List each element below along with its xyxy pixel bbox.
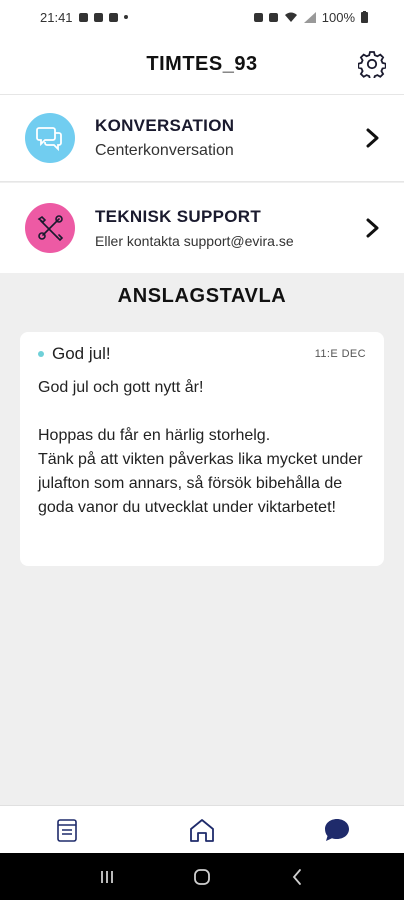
back-icon	[292, 868, 301, 885]
post-date: 11:E DEC	[314, 348, 366, 360]
chat-bubbles-icon	[25, 113, 75, 163]
battery-level: 100%	[321, 9, 355, 25]
signal-icon	[303, 11, 316, 23]
notification-icon	[93, 12, 103, 22]
cloud-icon	[78, 12, 88, 22]
page-title: TIMTES_93	[146, 52, 258, 75]
chevron-right-icon	[366, 128, 379, 148]
chat-icon	[324, 818, 349, 841]
alarm-icon	[253, 12, 263, 22]
tools-icon	[25, 203, 75, 253]
bulletin-post[interactable]: God jul! 11:E DEC God jul och gott nytt …	[20, 332, 384, 566]
conversation-menu-item[interactable]: KONVERSATION Centerkonversation	[0, 94, 404, 182]
status-right: 100%	[253, 9, 368, 25]
battery-icon	[361, 11, 368, 23]
home-system-button[interactable]	[182, 862, 222, 892]
post-title: God jul!	[52, 344, 111, 363]
conversation-title: KONVERSATION	[95, 116, 235, 135]
status-bar: 21:41 100%	[0, 0, 404, 34]
unread-dot-icon	[38, 351, 44, 357]
conversation-text: KONVERSATION Centerkonversation	[95, 116, 362, 160]
post-body: God jul och gott nytt år! Hoppas du får …	[38, 379, 363, 516]
more-notifications-icon	[123, 15, 128, 19]
post-header: God jul! 11:E DEC	[38, 344, 366, 364]
post-title-wrap: God jul!	[38, 344, 111, 364]
status-time: 21:41	[40, 9, 73, 25]
support-menu-item[interactable]: TEKNISK SUPPORT Eller kontakta support@e…	[0, 183, 404, 273]
recents-button[interactable]	[87, 862, 127, 892]
tab-chat[interactable]	[317, 810, 357, 850]
status-left: 21:41	[40, 10, 128, 25]
tab-home[interactable]	[182, 810, 222, 850]
mute-icon	[268, 12, 278, 22]
home-circle-icon	[194, 868, 210, 885]
back-button[interactable]	[277, 862, 317, 892]
bulletin-board-title: ANSLAGSTAVLA	[117, 285, 287, 307]
bottom-tab-bar	[0, 805, 404, 853]
conversation-subtitle: Centerkonversation	[95, 142, 234, 159]
app-header: TIMTES_93	[0, 34, 404, 94]
system-nav-bar	[0, 853, 404, 900]
gear-icon[interactable]	[358, 50, 386, 78]
support-text: TEKNISK SUPPORT Eller kontakta support@e…	[95, 207, 362, 249]
support-subtitle: Eller kontakta support@evira.se	[95, 233, 294, 249]
support-title: TEKNISK SUPPORT	[95, 207, 262, 226]
recents-icon	[101, 870, 114, 883]
wifi-icon	[284, 12, 297, 22]
chevron-right-icon	[366, 218, 379, 238]
home-icon	[190, 818, 214, 842]
person-icon	[108, 12, 118, 22]
diary-icon	[57, 818, 78, 842]
tab-diary[interactable]	[47, 810, 87, 850]
